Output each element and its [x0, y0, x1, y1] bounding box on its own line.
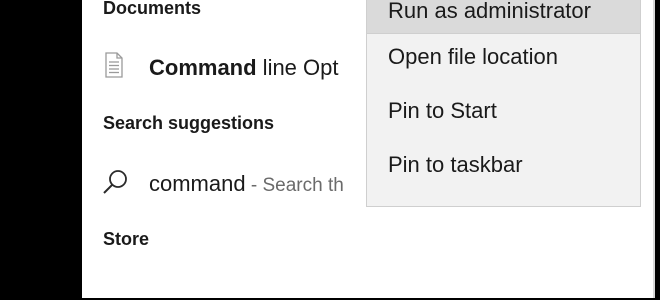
document-result-item[interactable]: Command line Opt [82, 46, 382, 86]
store-heading: Store [103, 229, 150, 249]
menu-item-pin-to-taskbar[interactable]: Pin to taskbar [367, 143, 640, 187]
search-results-window: Documents Command line Opt Search sugges… [0, 0, 660, 300]
search-suggestion-query: command [149, 171, 246, 196]
search-suggestions-heading: Search suggestions [103, 113, 275, 133]
menu-divider [367, 33, 640, 34]
documents-heading: Documents [103, 0, 202, 18]
context-menu: Run as administrator Open file location … [366, 0, 641, 207]
search-suggestion-label: command - Search th [149, 171, 344, 197]
search-suggestion-hint: - Search th [245, 175, 344, 196]
menu-item-open-file-location[interactable]: Open file location [367, 35, 640, 79]
search-icon [103, 170, 127, 194]
menu-item-pin-to-start[interactable]: Pin to Start [367, 89, 640, 133]
start-menu-left-rail [0, 0, 82, 300]
search-suggestion-item[interactable]: command - Search th [82, 162, 382, 202]
document-icon [105, 52, 123, 78]
document-result-rest: line Opt [256, 55, 339, 80]
window-edge [655, 0, 660, 300]
document-result-bold: Command [149, 55, 257, 80]
menu-item-run-as-administrator[interactable]: Run as administrator [367, 0, 640, 33]
document-result-label: Command line Opt [149, 55, 339, 81]
